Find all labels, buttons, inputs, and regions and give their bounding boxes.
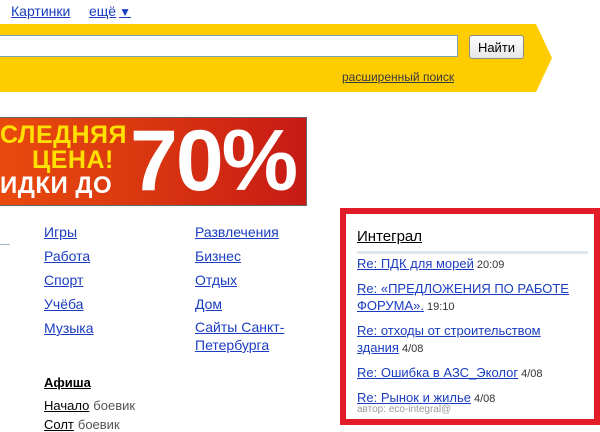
- advanced-search-link[interactable]: расширенный поиск: [342, 70, 454, 84]
- divider: [0, 244, 10, 245]
- widget-item: Re: «ПРЕДЛОЖЕНИЯ ПО РАБОТЕ ФОРУМА». 19:10: [357, 280, 593, 316]
- widget-item-time: 4/08: [521, 368, 543, 380]
- category-link-sport[interactable]: Спорт: [44, 272, 83, 288]
- widget-item-time: 19:10: [426, 301, 455, 313]
- widget-divider: [357, 251, 588, 254]
- widget-item: Re: Ошибка в АЗС_Эколог 4/08: [357, 364, 593, 383]
- category-link-home[interactable]: Дом: [195, 296, 222, 312]
- chevron-down-icon: ▼: [119, 5, 131, 19]
- category-column-1: Игры Работа Спорт Учёба Музыка: [44, 220, 94, 340]
- banner-percent: 70%: [130, 117, 298, 206]
- nav-images-link[interactable]: Картинки: [11, 3, 70, 19]
- afisha-movie-link[interactable]: Солт: [44, 417, 74, 432]
- category-link-spb-sites[interactable]: Сайты Санкт-Петербурга: [195, 319, 284, 353]
- category-link-leisure[interactable]: Отдых: [195, 272, 237, 288]
- afisha-row: Начало боевик: [44, 398, 135, 413]
- afisha-title-link[interactable]: Афиша: [44, 375, 91, 390]
- nav-more-link[interactable]: ещё ▼: [89, 3, 131, 19]
- category-link-work[interactable]: Работа: [44, 248, 90, 264]
- widget-item-time: 4/08: [474, 393, 496, 405]
- category-column-2: Развлечения Бизнес Отдых Дом Сайты Санкт…: [195, 220, 315, 354]
- afisha-movie-link[interactable]: Начало: [44, 398, 89, 413]
- category-link-study[interactable]: Учёба: [44, 296, 83, 312]
- banner-line-3: ИДКИ ДО: [0, 172, 113, 199]
- afisha-genre: боевик: [93, 398, 136, 413]
- category-link-business[interactable]: Бизнес: [195, 248, 241, 264]
- widget-item-link[interactable]: Re: отходы от строительством здания: [357, 323, 541, 355]
- search-input[interactable]: [0, 35, 458, 57]
- widget-item-link[interactable]: Re: Рынок и жилье: [357, 390, 471, 405]
- widget-item-link[interactable]: Re: ПДК для морей: [357, 256, 474, 271]
- widget-item-time: 20:09: [476, 259, 505, 271]
- ad-banner[interactable]: СЛЕДНЯЯ ЦЕНА! ИДКИ ДО 70%: [0, 117, 307, 206]
- category-link-games[interactable]: Игры: [44, 224, 77, 240]
- widget-author: автор: eco-integral@: [357, 404, 452, 415]
- banner-line-2: ЦЕНА!: [32, 146, 114, 174]
- category-link-music[interactable]: Музыка: [44, 320, 94, 336]
- widget-title-link[interactable]: Интеграл: [357, 228, 422, 245]
- widget-item: Re: отходы от строительством здания 4/08: [357, 322, 593, 358]
- search-button[interactable]: Найти: [469, 35, 524, 59]
- widget-item-time: 4/08: [401, 343, 424, 355]
- widget-items: Re: ПДК для морей 20:09 Re: «ПРЕДЛОЖЕНИЯ …: [357, 255, 593, 414]
- widget-item: Re: ПДК для морей 20:09: [357, 255, 593, 274]
- widget-item-link[interactable]: Re: Ошибка в АЗС_Эколог: [357, 365, 518, 380]
- integral-widget: Интеграл Re: ПДК для морей 20:09 Re: «ПРЕ…: [340, 208, 600, 425]
- nav-more-label: ещё: [89, 3, 117, 19]
- widget-item-link[interactable]: Re: «ПРЕДЛОЖЕНИЯ ПО РАБОТЕ ФОРУМА».: [357, 281, 569, 313]
- afisha-row: Солт боевик: [44, 417, 120, 432]
- category-link-entertainment[interactable]: Развлечения: [195, 224, 279, 240]
- afisha-genre: боевик: [77, 417, 120, 432]
